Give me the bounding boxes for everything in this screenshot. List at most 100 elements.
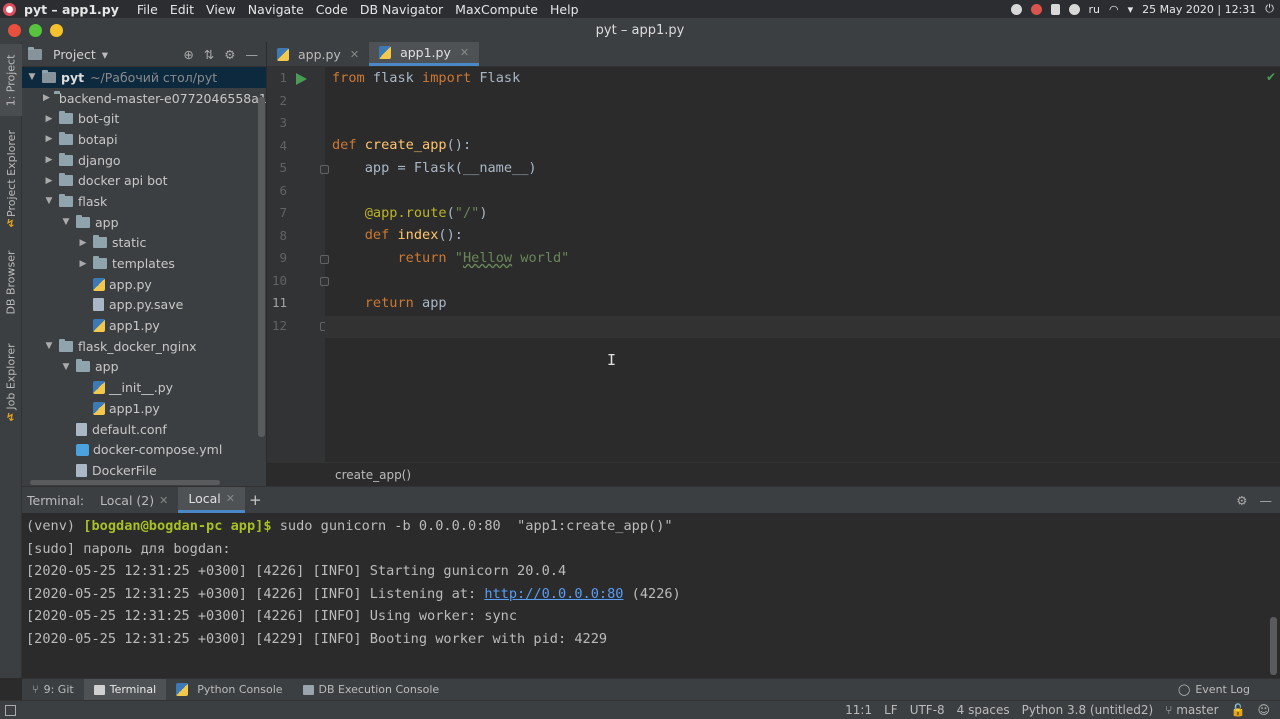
tool-tab-git[interactable]: ⑂ 9: Git — [22, 679, 84, 701]
menu-db-navigator[interactable]: DB Navigator — [360, 2, 443, 17]
maximize-window-button[interactable] — [29, 23, 42, 37]
collapse-arrow-icon[interactable]: ▼ — [60, 362, 72, 372]
terminal-output[interactable]: (venv) [bogdan@bogdan-pc app]$ sudo guni… — [22, 513, 1280, 650]
folder-icon — [59, 111, 73, 125]
menu-code[interactable]: Code — [316, 2, 348, 17]
gear-icon[interactable]: ⚙ — [1236, 493, 1247, 508]
tree-item[interactable]: ▶ docker api bot — [22, 170, 266, 191]
project-scrollbar[interactable] — [258, 97, 265, 437]
tree-item[interactable]: docker-compose.yml — [22, 439, 266, 460]
tool-tab-db-browser[interactable]: DB Browser — [0, 242, 22, 322]
expand-arrow-icon[interactable]: ▼ — [26, 72, 38, 82]
tool-tab-db-execution-console[interactable]: DB Execution Console — [293, 679, 450, 701]
line-separator[interactable]: LF — [884, 703, 898, 717]
notification-tray-icon[interactable] — [1030, 3, 1042, 15]
close-window-button[interactable] — [8, 23, 21, 37]
python-interpreter[interactable]: Python 3.8 (untitled2) — [1022, 703, 1154, 717]
toggle-tool-windows-icon[interactable] — [5, 704, 16, 716]
menu-view[interactable]: View — [206, 2, 236, 17]
terminal-tab-local[interactable]: Local ✕ — [178, 487, 245, 513]
lock-icon[interactable]: 🔓 — [1231, 703, 1246, 717]
folder-icon — [93, 256, 107, 270]
menu-edit[interactable]: Edit — [170, 2, 194, 17]
collapse-all-icon[interactable]: ⇅ — [204, 47, 214, 62]
tool-tab-terminal[interactable]: Terminal — [83, 678, 167, 701]
expand-arrow-icon[interactable]: ▶ — [77, 259, 89, 269]
tree-item[interactable]: ▼ flask — [22, 191, 266, 212]
volume-tray-icon[interactable] — [1068, 3, 1080, 15]
tree-item[interactable]: app1.py — [22, 398, 266, 419]
clock[interactable]: 25 May 2020 | 12:31 — [1142, 3, 1256, 16]
wifi-icon[interactable]: ◠ — [1109, 3, 1119, 16]
menu-maxcompute[interactable]: MaxCompute — [455, 2, 538, 17]
close-icon[interactable]: ✕ — [159, 494, 168, 507]
hide-icon[interactable]: — — [246, 47, 259, 62]
close-icon[interactable]: ✕ — [460, 46, 469, 59]
tree-item[interactable]: app.py.save — [22, 295, 266, 316]
app-launcher-icon[interactable] — [3, 2, 16, 16]
tree-item[interactable]: ▶ botapi — [22, 129, 266, 150]
collapse-arrow-icon[interactable]: ▼ — [60, 217, 72, 227]
notifications-icon[interactable]: ☺ — [1257, 703, 1270, 717]
file-encoding[interactable]: UTF-8 — [910, 703, 945, 717]
run-icon[interactable] — [296, 73, 307, 85]
power-icon[interactable]: ⏻ — [1265, 2, 1274, 16]
tree-item[interactable]: ▶ django — [22, 150, 266, 171]
tree-item[interactable]: ▼ app — [22, 357, 266, 378]
tool-tab-project[interactable]: 1: Project — [0, 44, 22, 116]
terminal-tab-local-2[interactable]: Local (2) ✕ — [90, 487, 178, 513]
git-branch[interactable]: ⑂ master — [1165, 703, 1218, 717]
menu-navigate[interactable]: Navigate — [248, 2, 304, 17]
terminal-scrollbar[interactable] — [1270, 617, 1277, 675]
expand-arrow-icon[interactable]: ▶ — [77, 238, 89, 248]
menu-help[interactable]: Help — [550, 2, 579, 17]
menu-file[interactable]: File — [137, 2, 158, 17]
minimize-window-button[interactable] — [50, 23, 63, 37]
expand-arrow-icon[interactable]: ▶ — [43, 134, 55, 144]
hide-icon[interactable]: — — [1260, 493, 1273, 508]
tab-app1-py[interactable]: app1.py ✕ — [369, 42, 480, 66]
new-terminal-icon[interactable]: + — [249, 491, 262, 509]
tree-item[interactable]: DockerFile — [22, 460, 266, 481]
close-icon[interactable]: ✕ — [226, 492, 235, 505]
expand-arrow-icon[interactable]: ▶ — [43, 114, 55, 124]
project-horizontal-scrollbar[interactable] — [30, 480, 220, 485]
code-content[interactable]: from flask import Flask def create_app()… — [325, 67, 1280, 462]
tab-app-py[interactable]: app.py ✕ — [267, 42, 369, 66]
project-view-selector[interactable]: Project — [53, 47, 96, 62]
tree-item[interactable]: app1.py — [22, 315, 266, 336]
expand-arrow-icon[interactable]: ▶ — [43, 176, 55, 186]
caret-position[interactable]: 11:1 — [845, 703, 872, 717]
expand-arrow-icon[interactable]: ▶ — [43, 155, 55, 165]
tree-item[interactable]: ▼ app — [22, 212, 266, 233]
tree-item[interactable]: ▶ backend-master-e0772046558a1e5 — [22, 88, 266, 109]
indent-setting[interactable]: 4 spaces — [957, 703, 1010, 717]
tool-tab-python-console[interactable]: Python Console — [166, 679, 292, 701]
tree-item[interactable]: ▼ flask_docker_nginx — [22, 336, 266, 357]
settings-tray-icon[interactable] — [1010, 3, 1022, 15]
tree-item[interactable]: ▶ static — [22, 233, 266, 254]
chevron-down-icon[interactable]: ▾ — [1128, 3, 1134, 16]
keyboard-layout[interactable]: ru — [1089, 3, 1101, 16]
tool-tab-project-explorer[interactable]: Project Explorer — [0, 130, 22, 217]
locate-icon[interactable]: ⊕ — [183, 47, 193, 62]
close-icon[interactable]: ✕ — [350, 48, 359, 61]
tree-item[interactable]: __init__.py — [22, 377, 266, 398]
event-log-button[interactable]: ◯ Event Log — [1178, 683, 1280, 696]
tree-item[interactable]: ▶ bot-git — [22, 108, 266, 129]
terminal-link[interactable]: http://0.0.0.0:80 — [484, 586, 623, 602]
collapse-arrow-icon[interactable]: ▼ — [43, 196, 55, 206]
collapse-arrow-icon[interactable]: ▼ — [43, 341, 55, 351]
inspection-ok-icon[interactable]: ✔ — [1266, 70, 1276, 84]
tree-item[interactable]: app.py — [22, 274, 266, 295]
tree-item[interactable]: default.conf — [22, 419, 266, 440]
breadcrumb[interactable]: create_app() — [267, 462, 1280, 486]
expand-arrow-icon[interactable]: ▶ — [43, 93, 50, 103]
clipboard-tray-icon[interactable] — [1050, 3, 1060, 15]
tool-tab-job-explorer[interactable]: Job Explorer — [0, 342, 22, 410]
tree-root[interactable]: ▼ pyt ~/Рабочий стол/pyt — [22, 67, 266, 88]
line-number: 3 — [279, 115, 287, 130]
tree-item[interactable]: ▶ templates — [22, 253, 266, 274]
chevron-down-icon[interactable]: ▾ — [102, 47, 108, 62]
gear-icon[interactable]: ⚙ — [224, 47, 235, 62]
